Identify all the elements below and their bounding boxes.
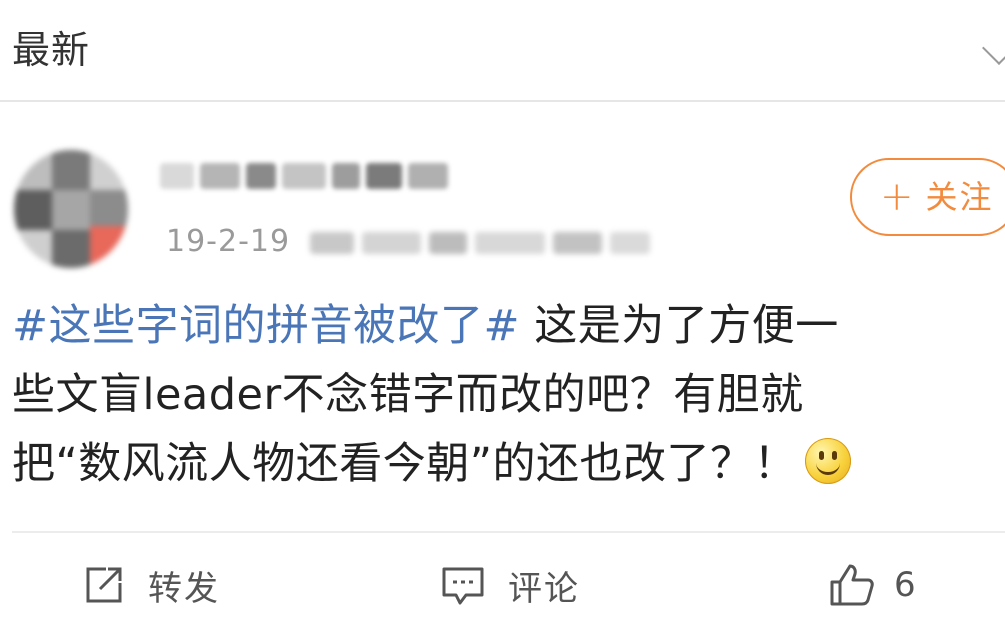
- comment-icon: [442, 567, 484, 605]
- smile-emoji-icon: [805, 438, 852, 484]
- username-redacted[interactable]: [160, 158, 460, 194]
- post-body: #这些字词的拼音被改了# 这是为了方便一 些文盲leader不念错字而改的吧？有…: [12, 292, 997, 499]
- post-text-line-1: #这些字词的拼音被改了# 这是为了方便一: [12, 292, 997, 361]
- follow-button[interactable]: + 关注: [850, 158, 1005, 236]
- section-header: 最新: [0, 0, 1005, 100]
- share-icon: [86, 567, 122, 603]
- like-button[interactable]: 6: [828, 560, 918, 610]
- post-text-line-2: 些文盲leader不念错字而改的吧？有胆就: [12, 370, 804, 420]
- comment-label: 评论: [508, 568, 580, 609]
- actions-divider: [12, 531, 1005, 533]
- plus-icon: +: [880, 174, 916, 220]
- chevron-down-icon[interactable]: [982, 31, 1005, 65]
- post-text-segment: 把“数风流人物还看今朝”的还也改了？！: [12, 439, 798, 489]
- avatar[interactable]: [14, 150, 128, 268]
- post-date: 19-2-19: [166, 224, 291, 259]
- like-count: 6: [894, 565, 918, 605]
- post-source-redacted: [310, 227, 650, 259]
- hashtag-link[interactable]: #这些字词的拼音被改了#: [12, 301, 520, 351]
- comment-button[interactable]: 评论: [440, 560, 580, 610]
- post-text-line-3: 把“数风流人物还看今朝”的还也改了？！: [12, 430, 997, 499]
- share-label: 转发: [148, 568, 220, 609]
- header-divider: [0, 100, 1005, 102]
- thumbs-up-icon: [830, 564, 874, 606]
- follow-label: 关注: [925, 178, 994, 216]
- section-title: 最新: [12, 28, 91, 72]
- share-button[interactable]: 转发: [82, 560, 220, 610]
- post-text-segment: 这是为了方便一: [520, 301, 839, 351]
